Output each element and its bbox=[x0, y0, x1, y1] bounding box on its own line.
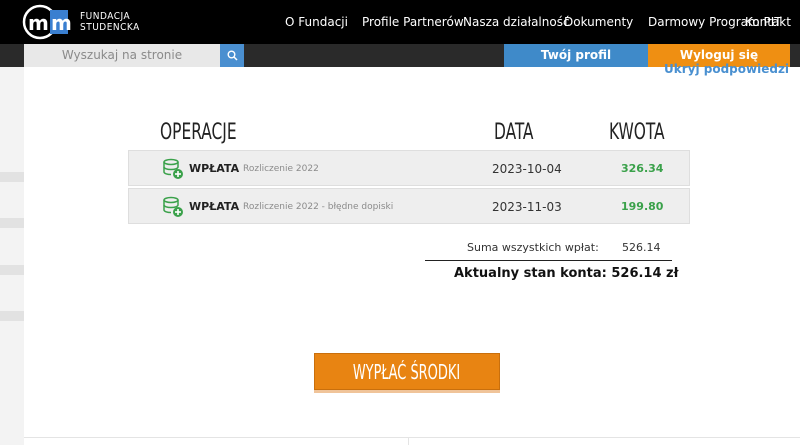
row-type: WPŁATA bbox=[189, 162, 240, 175]
deposit-icon bbox=[162, 158, 184, 180]
nav-dokumenty[interactable]: Dokumenty bbox=[564, 15, 633, 29]
row-description: Rozliczenie 2022 bbox=[243, 164, 319, 174]
row-date: 2023-11-03 bbox=[492, 200, 562, 214]
brand-line-1: FUNDACJA bbox=[80, 11, 131, 22]
total-deposits-value: 526.14 bbox=[622, 241, 661, 254]
header-amount: KWOTA bbox=[609, 120, 665, 145]
stripe bbox=[0, 172, 24, 182]
hide-hints-link[interactable]: Ukryj podpowiedzi bbox=[664, 62, 789, 76]
row-type: WPŁATA bbox=[189, 200, 240, 213]
stripe bbox=[0, 311, 24, 321]
deposit-icon bbox=[162, 196, 184, 218]
total-deposits-label: Suma wszystkich wpłat: bbox=[467, 241, 599, 254]
summary-divider bbox=[425, 260, 672, 261]
search-icon bbox=[227, 50, 238, 61]
stripe bbox=[0, 265, 24, 275]
withdraw-button[interactable]: WYPŁAĆ ŚRODKI bbox=[314, 353, 500, 390]
row-date: 2023-10-04 bbox=[492, 162, 562, 176]
nav-kontakt[interactable]: Kontakt bbox=[745, 15, 791, 29]
profile-button[interactable]: Twój profil bbox=[504, 44, 648, 67]
header-operations: OPERACJE bbox=[160, 120, 237, 145]
search-input[interactable]: Wyszukaj na stronie bbox=[24, 44, 220, 67]
brand-line-2: STUDENCKA bbox=[80, 22, 140, 33]
top-navbar: m m FUNDACJA STUDENCKA O Fundacji Profil… bbox=[0, 0, 800, 44]
stripe bbox=[0, 218, 24, 228]
logo[interactable]: m m FUNDACJA STUDENCKA bbox=[22, 3, 140, 41]
withdraw-button-label: WYPŁAĆ ŚRODKI bbox=[353, 360, 461, 384]
brand-name: FUNDACJA STUDENCKA bbox=[80, 11, 140, 33]
nav-o-fundacji[interactable]: O Fundacji bbox=[285, 15, 348, 29]
row-description: Rozliczenie 2022 - błędne dopiski bbox=[243, 202, 394, 212]
account-balance: Aktualny stan konta: 526.14 zł bbox=[454, 266, 679, 281]
row-amount: 326.34 bbox=[621, 162, 664, 175]
row-amount: 199.80 bbox=[621, 200, 664, 213]
svg-text:m: m bbox=[28, 11, 49, 35]
search-button[interactable] bbox=[220, 44, 244, 67]
svg-text:m: m bbox=[51, 11, 72, 35]
logo-icon: m m bbox=[22, 4, 72, 40]
table-row: WPŁATA Rozliczenie 2022 - błędne dopiski… bbox=[128, 188, 690, 224]
bottom-panel bbox=[24, 437, 800, 445]
table-row: WPŁATA Rozliczenie 2022 2023-10-04 326.3… bbox=[128, 150, 690, 186]
header-date: DATA bbox=[494, 120, 534, 145]
bottom-divider bbox=[408, 437, 409, 445]
nav-profile-partnerow[interactable]: Profile Partnerów bbox=[362, 15, 464, 29]
nav-nasza-dzialalnosc[interactable]: Nasza działalność bbox=[463, 15, 570, 29]
